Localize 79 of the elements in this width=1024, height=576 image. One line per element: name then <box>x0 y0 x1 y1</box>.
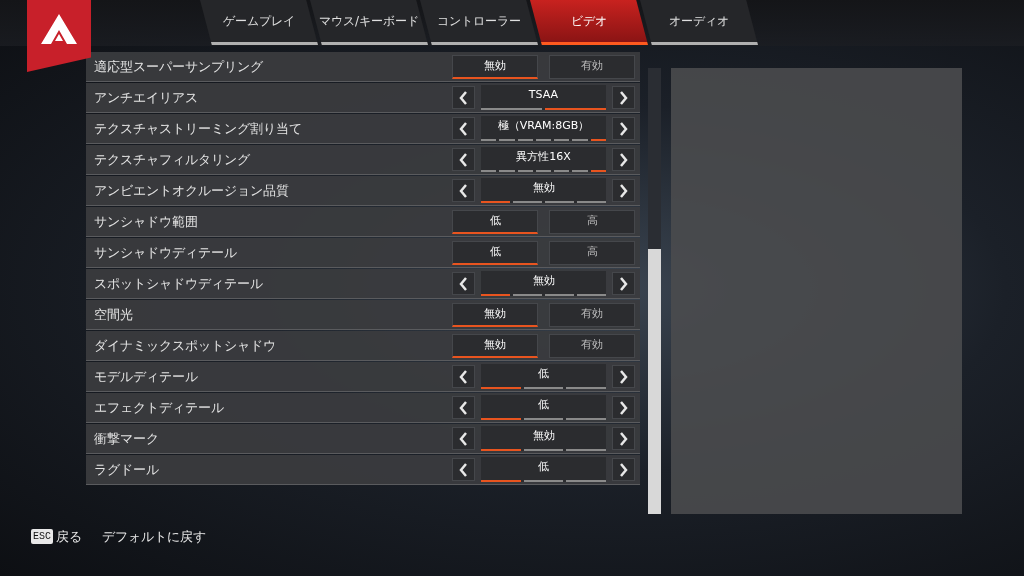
setting-label: テクスチャストリーミング割り当て <box>94 119 303 138</box>
setting-label: スポットシャドウディテール <box>94 274 264 293</box>
setting-label: 衝撃マーク <box>94 429 160 448</box>
chevron-left-icon <box>459 431 468 446</box>
previous-button[interactable] <box>452 148 475 171</box>
next-button[interactable] <box>612 86 635 109</box>
previous-button[interactable] <box>452 365 475 388</box>
previous-button[interactable] <box>452 272 475 295</box>
option-button[interactable]: 有効 <box>549 333 635 358</box>
option-button[interactable]: 無効 <box>452 54 538 79</box>
footer-action[interactable]: デフォルトに戻す <box>102 527 206 547</box>
option-button[interactable]: 低 <box>452 240 538 265</box>
option-button[interactable]: 無効 <box>452 333 538 358</box>
tab[interactable]: オーディオ <box>640 0 758 45</box>
scrollbar-thumb[interactable] <box>648 249 661 514</box>
option-button[interactable]: 無効 <box>452 302 538 327</box>
next-button[interactable] <box>612 365 635 388</box>
chevron-right-icon <box>619 276 628 291</box>
value-selector[interactable]: TSAA <box>481 85 606 110</box>
previous-button[interactable] <box>452 179 475 202</box>
previous-button[interactable] <box>452 396 475 419</box>
value-selector[interactable]: 低 <box>481 457 606 482</box>
setting-label: アンチエイリアス <box>94 88 199 107</box>
value-selector[interactable]: 低 <box>481 364 606 389</box>
option-button[interactable]: 高 <box>549 240 635 265</box>
tab[interactable]: マウス/キーボード <box>310 0 428 45</box>
value-selector[interactable]: 低 <box>481 395 606 420</box>
chevron-left-icon <box>459 276 468 291</box>
previous-button[interactable] <box>452 458 475 481</box>
setting-label: テクスチャフィルタリング <box>94 150 251 169</box>
key-cap: ESC <box>31 529 53 545</box>
chevron-right-icon <box>619 400 628 415</box>
previous-button[interactable] <box>452 427 475 450</box>
next-button[interactable] <box>612 396 635 419</box>
next-button[interactable] <box>612 458 635 481</box>
chevron-right-icon <box>619 183 628 198</box>
chevron-right-icon <box>619 152 628 167</box>
chevron-left-icon <box>459 400 468 415</box>
next-button[interactable] <box>612 427 635 450</box>
setting-label: サンシャドウディテール <box>94 243 238 262</box>
tab[interactable]: コントローラー <box>420 0 538 45</box>
tab[interactable]: ゲームプレイ <box>200 0 318 45</box>
value-selector[interactable]: 無効 <box>481 178 606 203</box>
value-selector[interactable]: 極（VRAM:8GB） <box>481 116 606 141</box>
setting-label: サンシャドウ範囲 <box>94 212 199 231</box>
chevron-left-icon <box>459 183 468 198</box>
chevron-left-icon <box>459 462 468 477</box>
chevron-left-icon <box>459 90 468 105</box>
setting-label: 適応型スーパーサンプリング <box>94 57 264 76</box>
value-selector[interactable]: 異方性16X <box>481 147 606 172</box>
chevron-right-icon <box>619 369 628 384</box>
previous-button[interactable] <box>452 117 475 140</box>
setting-label: エフェクトディテール <box>94 398 225 417</box>
chevron-right-icon <box>619 431 628 446</box>
setting-label: アンビエントオクルージョン品質 <box>94 181 290 200</box>
chevron-right-icon <box>619 90 628 105</box>
option-button[interactable]: 有効 <box>549 302 635 327</box>
option-button[interactable]: 高 <box>549 209 635 234</box>
previous-button[interactable] <box>452 86 475 109</box>
logo-icon <box>41 14 77 44</box>
setting-label: 空間光 <box>94 305 134 324</box>
chevron-right-icon <box>619 462 628 477</box>
option-button[interactable]: 有効 <box>549 54 635 79</box>
tab[interactable]: ビデオ <box>530 0 648 45</box>
next-button[interactable] <box>612 272 635 295</box>
value-selector[interactable]: 無効 <box>481 271 606 296</box>
next-button[interactable] <box>612 148 635 171</box>
next-button[interactable] <box>612 117 635 140</box>
chevron-left-icon <box>459 121 468 136</box>
setting-label: モデルディテール <box>94 367 199 386</box>
value-selector[interactable]: 無効 <box>481 426 606 451</box>
footer-action[interactable]: ESC 戻る <box>31 527 82 547</box>
next-button[interactable] <box>612 179 635 202</box>
setting-label: ダイナミックスポットシャドウ <box>94 336 277 355</box>
setting-label: ラグドール <box>94 460 160 479</box>
chevron-left-icon <box>459 369 468 384</box>
chevron-left-icon <box>459 152 468 167</box>
option-button[interactable]: 低 <box>452 209 538 234</box>
chevron-right-icon <box>619 121 628 136</box>
